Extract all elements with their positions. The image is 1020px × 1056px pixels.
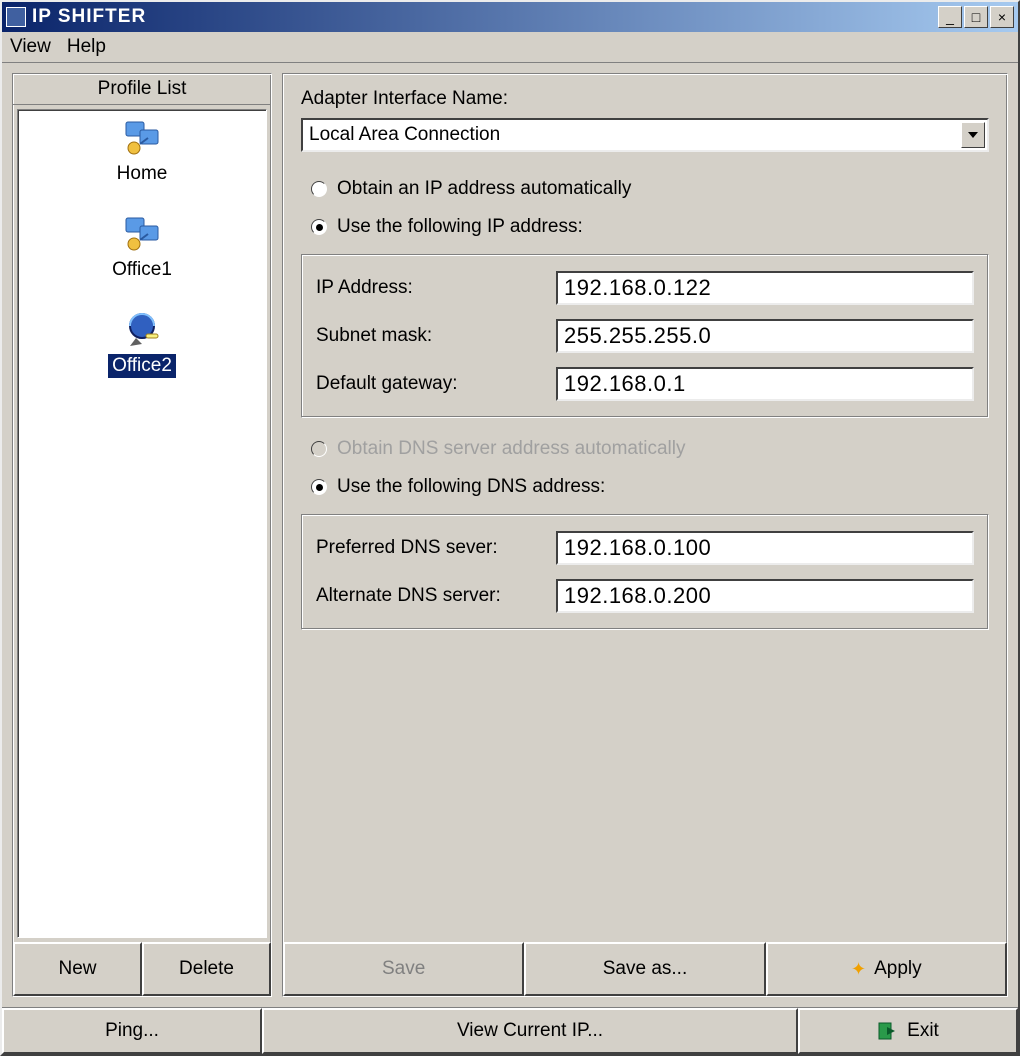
alternate-dns-input[interactable]: 192.168.0.200 xyxy=(556,579,974,613)
preferred-dns-input[interactable]: 192.168.0.100 xyxy=(556,531,974,565)
radio-dns-manual[interactable]: Use the following DNS address: xyxy=(301,468,989,506)
adapter-dropdown[interactable]: Local Area Connection xyxy=(301,118,989,152)
gateway-input[interactable]: 192.168.0.1 xyxy=(556,367,974,401)
settings-panel: Adapter Interface Name: Local Area Conne… xyxy=(282,73,1008,997)
profile-label: Office1 xyxy=(108,258,176,282)
exit-icon xyxy=(877,1021,899,1041)
save-as-button[interactable]: Save as... xyxy=(524,942,765,996)
view-ip-button[interactable]: View Current IP... xyxy=(262,1008,798,1054)
chevron-down-icon xyxy=(961,122,985,148)
profile-label: Home xyxy=(113,162,172,186)
exit-button[interactable]: Exit xyxy=(798,1008,1018,1054)
new-button[interactable]: New xyxy=(13,942,142,996)
radio-icon xyxy=(311,441,327,457)
adapter-label: Adapter Interface Name: xyxy=(301,88,989,110)
maximize-button[interactable]: □ xyxy=(964,6,988,28)
radio-dns-auto: Obtain DNS server address automatically xyxy=(301,430,989,468)
gateway-label: Default gateway: xyxy=(316,373,556,395)
sidebar-header: Profile List xyxy=(13,74,271,105)
titlebar: IP SHIFTER _ □ × xyxy=(2,2,1018,32)
profile-label: Office2 xyxy=(108,354,176,378)
ping-button[interactable]: Ping... xyxy=(2,1008,262,1054)
app-icon xyxy=(6,7,26,27)
close-button[interactable]: × xyxy=(990,6,1014,28)
profile-item-office1[interactable]: Office1 xyxy=(108,216,176,282)
delete-button[interactable]: Delete xyxy=(142,942,271,996)
window-title: IP SHIFTER xyxy=(32,6,936,28)
ip-address-label: IP Address: xyxy=(316,277,556,299)
alternate-dns-label: Alternate DNS server: xyxy=(316,585,556,607)
preferred-dns-label: Preferred DNS sever: xyxy=(316,537,556,559)
ip-groupbox: IP Address: 192.168.0.122 Subnet mask: 2… xyxy=(301,254,989,418)
network-selected-icon xyxy=(122,312,162,348)
app-window: IP SHIFTER _ □ × View Help Profile List … xyxy=(0,0,1020,1056)
menu-help[interactable]: Help xyxy=(67,36,106,58)
network-icon xyxy=(122,216,162,252)
profile-list: Home Office1 xyxy=(17,109,267,938)
save-button: Save xyxy=(283,942,524,996)
subnet-label: Subnet mask: xyxy=(316,325,556,347)
bottom-bar: Ping... View Current IP... Exit xyxy=(2,1007,1018,1054)
radio-icon xyxy=(311,181,327,197)
menu-view[interactable]: View xyxy=(10,36,51,58)
profile-item-home[interactable]: Home xyxy=(113,120,172,186)
apply-button[interactable]: ✦ Apply xyxy=(766,942,1007,996)
radio-icon xyxy=(311,479,327,495)
sidebar: Profile List Home xyxy=(12,73,272,997)
radio-ip-manual[interactable]: Use the following IP address: xyxy=(301,208,989,246)
network-icon xyxy=(122,120,162,156)
minimize-button[interactable]: _ xyxy=(938,6,962,28)
radio-ip-auto[interactable]: Obtain an IP address automatically xyxy=(301,170,989,208)
apply-icon: ✦ xyxy=(851,959,866,980)
adapter-value: Local Area Connection xyxy=(309,124,500,146)
subnet-input[interactable]: 255.255.255.0 xyxy=(556,319,974,353)
dns-groupbox: Preferred DNS sever: 192.168.0.100 Alter… xyxy=(301,514,989,630)
ip-address-input[interactable]: 192.168.0.122 xyxy=(556,271,974,305)
radio-icon xyxy=(311,219,327,235)
profile-item-office2[interactable]: Office2 xyxy=(108,312,176,378)
menubar: View Help xyxy=(2,32,1018,63)
